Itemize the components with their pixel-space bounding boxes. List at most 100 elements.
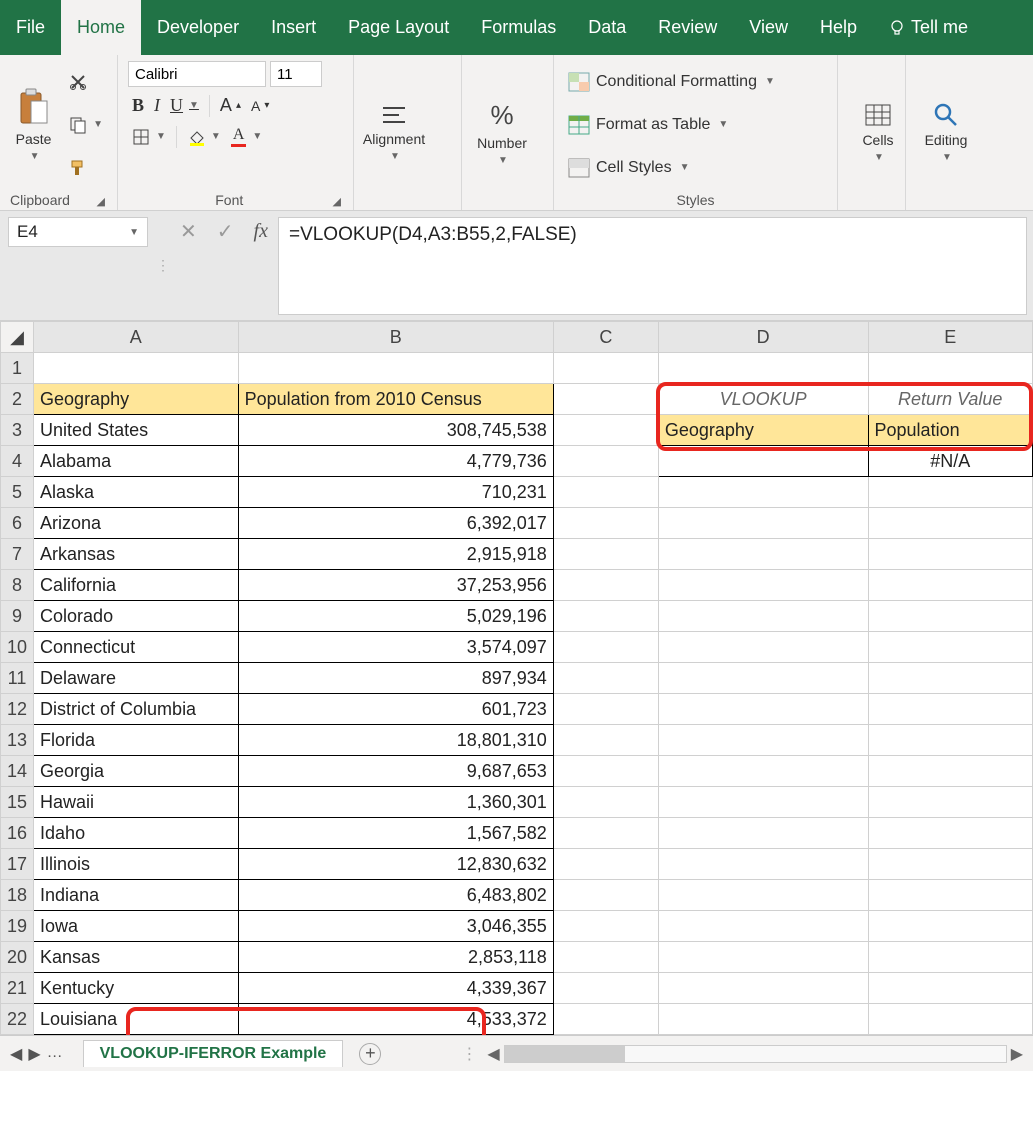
fx-button[interactable]: fx (254, 220, 268, 243)
cell[interactable] (658, 477, 868, 508)
cell-B15[interactable]: 1,360,301 (238, 787, 553, 818)
cell-A19[interactable]: Iowa (34, 911, 239, 942)
tell-me[interactable]: Tell me (873, 0, 984, 55)
cell-B3[interactable]: 308,745,538 (238, 415, 553, 446)
cell-B14[interactable]: 9,687,653 (238, 756, 553, 787)
cell[interactable] (658, 942, 868, 973)
cell-A6[interactable]: Arizona (34, 508, 239, 539)
cell-B20[interactable]: 2,853,118 (238, 942, 553, 973)
cell[interactable] (868, 601, 1032, 632)
cell-A18[interactable]: Indiana (34, 880, 239, 911)
tab-developer[interactable]: Developer (141, 0, 255, 55)
col-header-C[interactable]: C (553, 322, 658, 353)
cell-B6[interactable]: 6,392,017 (238, 508, 553, 539)
row-header[interactable]: 1 (1, 353, 34, 384)
cell-D2[interactable]: VLOOKUP (658, 384, 868, 415)
cell[interactable] (553, 446, 658, 477)
cell-B9[interactable]: 5,029,196 (238, 601, 553, 632)
alignment-button[interactable]: Alignment ▼ (364, 61, 424, 204)
cell[interactable] (658, 725, 868, 756)
row-header[interactable]: 4 (1, 446, 34, 477)
tab-review[interactable]: Review (642, 0, 733, 55)
row-header[interactable]: 9 (1, 601, 34, 632)
tab-data[interactable]: Data (572, 0, 642, 55)
cell[interactable] (658, 632, 868, 663)
row-header[interactable]: 3 (1, 415, 34, 446)
cut-button[interactable] (65, 71, 107, 93)
cell[interactable] (868, 539, 1032, 570)
tab-help[interactable]: Help (804, 0, 873, 55)
font-size-select[interactable] (270, 61, 322, 87)
cell[interactable] (658, 539, 868, 570)
shrink-font-button[interactable]: A▾ (247, 96, 273, 116)
cell[interactable] (553, 911, 658, 942)
format-painter-button[interactable] (65, 157, 107, 179)
cell-E2[interactable]: Return Value (868, 384, 1032, 415)
cell-A12[interactable]: District of Columbia (34, 694, 239, 725)
cell-B10[interactable]: 3,574,097 (238, 632, 553, 663)
row-header[interactable]: 18 (1, 880, 34, 911)
fill-color-button[interactable]: ▼ (183, 126, 225, 148)
underline-button[interactable]: U▼ (166, 93, 203, 118)
cell[interactable] (553, 756, 658, 787)
tab-view[interactable]: View (733, 0, 804, 55)
cell-B17[interactable]: 12,830,632 (238, 849, 553, 880)
cell-B8[interactable]: 37,253,956 (238, 570, 553, 601)
cell-A2[interactable]: Geography (34, 384, 239, 415)
tab-home[interactable]: Home (61, 0, 141, 55)
cell[interactable] (868, 353, 1032, 384)
row-header[interactable]: 12 (1, 694, 34, 725)
cell[interactable] (868, 632, 1032, 663)
row-header[interactable]: 19 (1, 911, 34, 942)
paste-button[interactable]: Paste ▼ (10, 61, 57, 188)
cell-E4[interactable]: #N/A (868, 446, 1032, 477)
cell[interactable] (658, 787, 868, 818)
name-box[interactable]: E4 ▼ (8, 217, 148, 247)
row-header[interactable]: 8 (1, 570, 34, 601)
col-header-E[interactable]: E (868, 322, 1032, 353)
cell-A20[interactable]: Kansas (34, 942, 239, 973)
format-as-table-button[interactable]: Format as Table▼ (564, 113, 827, 137)
col-header-D[interactable]: D (658, 322, 868, 353)
row-header[interactable]: 2 (1, 384, 34, 415)
cell-B5[interactable]: 710,231 (238, 477, 553, 508)
cell-A16[interactable]: Idaho (34, 818, 239, 849)
cell-styles-button[interactable]: Cell Styles▼ (564, 156, 827, 180)
font-color-button[interactable]: A▼ (227, 124, 266, 149)
cell[interactable] (868, 570, 1032, 601)
sheet-nav-first[interactable]: ◀ (10, 1044, 22, 1064)
cell[interactable] (658, 694, 868, 725)
cell-B12[interactable]: 601,723 (238, 694, 553, 725)
cell-A11[interactable]: Delaware (34, 663, 239, 694)
cell-A14[interactable]: Georgia (34, 756, 239, 787)
cell[interactable] (658, 508, 868, 539)
horizontal-scrollbar[interactable] (504, 1045, 1007, 1063)
row-header[interactable]: 21 (1, 973, 34, 1004)
cell[interactable] (868, 880, 1032, 911)
cell-A8[interactable]: California (34, 570, 239, 601)
cell-B11[interactable]: 897,934 (238, 663, 553, 694)
cell-A22[interactable]: Louisiana (34, 1004, 239, 1035)
cell[interactable] (553, 942, 658, 973)
cell-B21[interactable]: 4,339,367 (238, 973, 553, 1004)
tab-insert[interactable]: Insert (255, 0, 332, 55)
cell-A4[interactable]: Alabama (34, 446, 239, 477)
editing-button[interactable]: Editing ▼ (916, 61, 976, 204)
cell[interactable] (868, 477, 1032, 508)
cell[interactable] (238, 353, 553, 384)
cell[interactable] (553, 632, 658, 663)
cell-B22[interactable]: 4,533,372 (238, 1004, 553, 1035)
row-header[interactable]: 20 (1, 942, 34, 973)
row-header[interactable]: 10 (1, 632, 34, 663)
cell[interactable] (868, 818, 1032, 849)
cell[interactable] (658, 911, 868, 942)
tab-pagelayout[interactable]: Page Layout (332, 0, 465, 55)
cell-A17[interactable]: Illinois (34, 849, 239, 880)
new-sheet-button[interactable]: + (359, 1043, 381, 1065)
cell-B19[interactable]: 3,046,355 (238, 911, 553, 942)
cell[interactable] (553, 663, 658, 694)
row-header[interactable]: 5 (1, 477, 34, 508)
cell[interactable] (868, 663, 1032, 694)
cell[interactable] (553, 880, 658, 911)
cell[interactable] (868, 911, 1032, 942)
